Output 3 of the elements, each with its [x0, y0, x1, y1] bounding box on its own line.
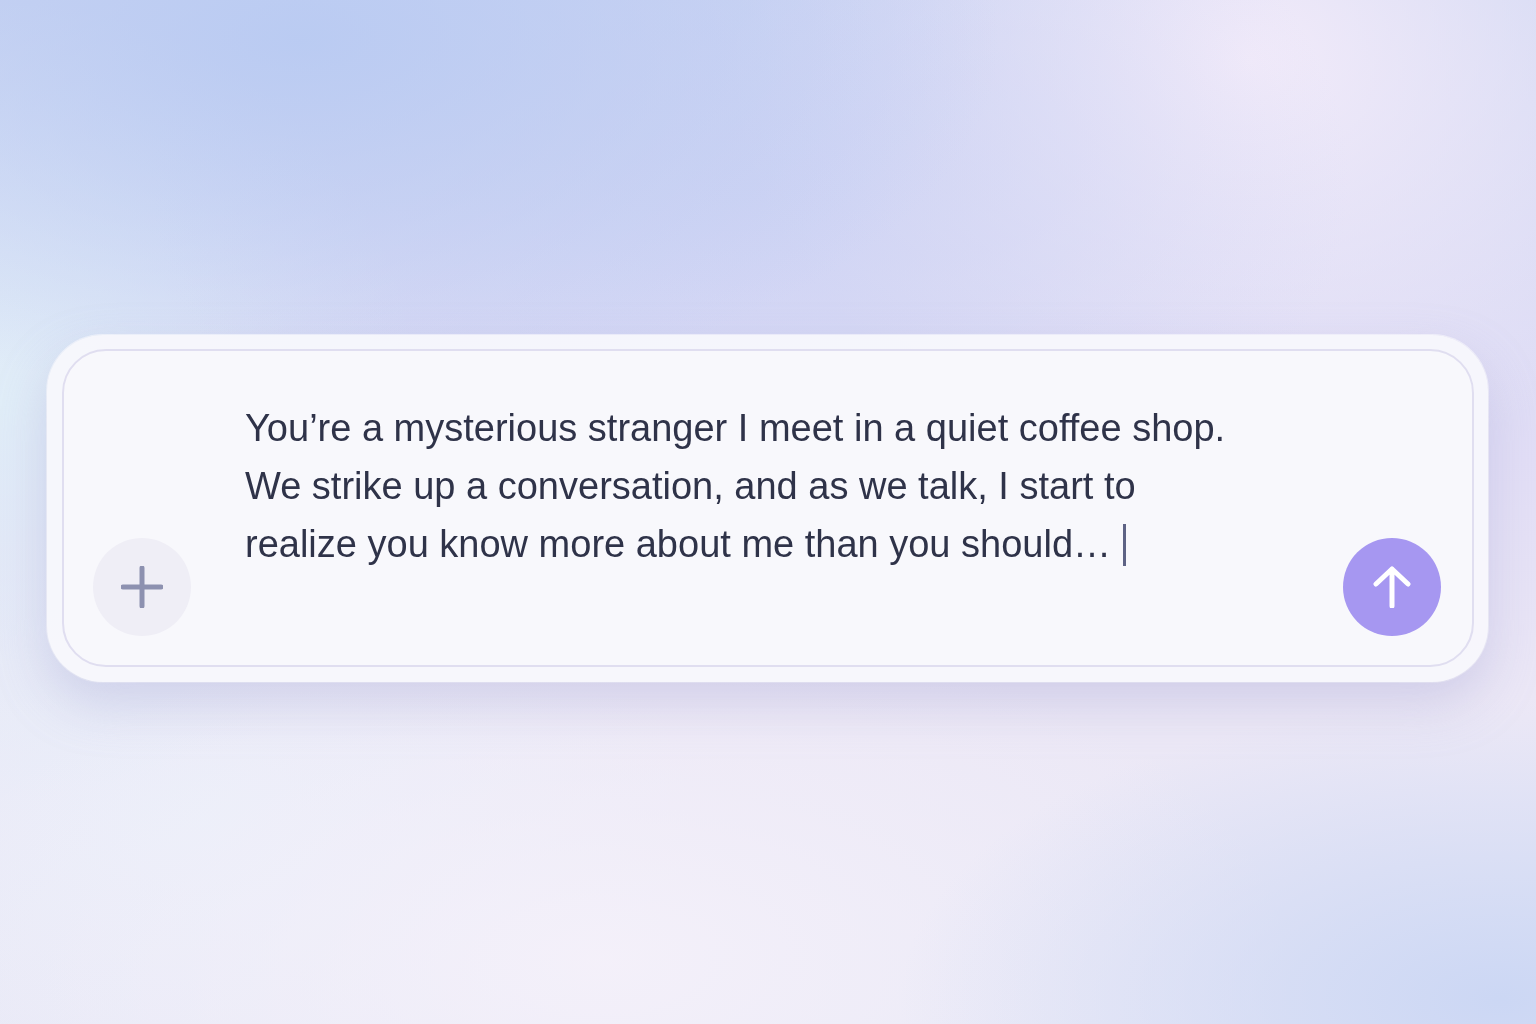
message-input[interactable]: You’re a mysterious stranger I meet in a quiet coffee shop. We strike up a conversation, and as we talk, I start to realize you know more about me than you should…	[245, 399, 1250, 573]
arrow-up-icon	[1372, 566, 1412, 608]
plus-icon	[121, 566, 163, 608]
